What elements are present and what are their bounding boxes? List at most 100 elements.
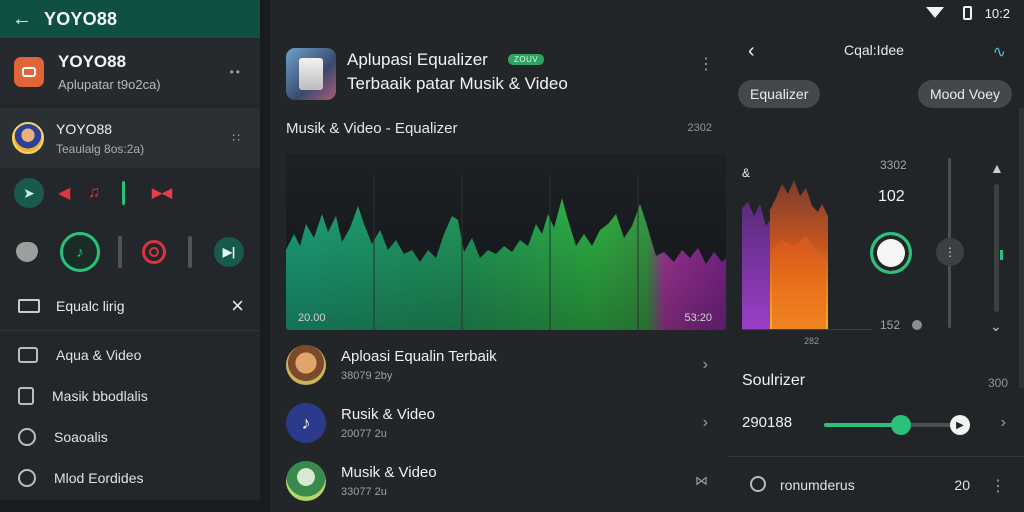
app-subtitle: Aplupatar t9o2ca) xyxy=(58,77,161,92)
settings-icon xyxy=(18,427,36,446)
gain-top-value: 3302 xyxy=(880,158,907,172)
indicator-dot xyxy=(912,320,922,330)
waveform-graphic xyxy=(286,154,726,330)
drawer-bottom-bar xyxy=(0,500,260,512)
pane-divider xyxy=(260,0,270,512)
list-item-title: Rusik & Video xyxy=(341,406,435,423)
skip-next-icon[interactable]: ▶| xyxy=(214,237,244,267)
list-item-subtitle: 20077 2u xyxy=(341,428,387,440)
user-card[interactable]: YOYO88 Teaulalg 8os:2a) ∷ xyxy=(0,108,260,168)
battery-icon xyxy=(963,6,972,20)
more-dots-icon[interactable]: •• xyxy=(230,65,242,79)
list-avatar xyxy=(286,345,326,385)
list-avatar xyxy=(286,461,326,501)
list-item-title: Musik & Video xyxy=(341,464,437,481)
horizontal-slider-fill xyxy=(824,423,901,427)
list-item[interactable]: Musik & Video 33077 2u ⋈ xyxy=(286,456,716,506)
list-item-subtitle: 38079 2by xyxy=(341,370,393,382)
divider xyxy=(728,456,1024,457)
status-time: 10:2 xyxy=(984,6,1010,21)
refresh-icon[interactable] xyxy=(750,476,766,492)
drawer-menu: Aqua & Video Masik bbodlalis Soaoalis Ml… xyxy=(0,334,260,512)
gain-bottom-value: 152 xyxy=(880,318,901,332)
music-note-icon: ♪ xyxy=(286,403,326,443)
repeat-icon[interactable] xyxy=(142,240,166,264)
section-value: 2302 xyxy=(687,122,712,134)
arrow-up-icon[interactable]: ▲ xyxy=(990,160,1004,176)
keyboard-icon xyxy=(18,299,40,313)
section-value: 300 xyxy=(987,376,1008,390)
app-subtitle: Terbaaik patar Musik & Video xyxy=(347,74,568,93)
back-chevron-icon[interactable]: ‹ xyxy=(748,40,755,63)
chevron-right-icon[interactable]: › xyxy=(703,356,708,374)
app-title: Aplupasi Equalizer xyxy=(347,50,488,69)
play-note-button[interactable]: ♪ xyxy=(60,232,100,272)
list-item-subtitle: 33077 2u xyxy=(341,486,387,498)
user-options-icon[interactable]: ∷ xyxy=(232,131,242,145)
app-card[interactable]: YOYO88 Aplupatar t9o2ca) •• xyxy=(0,40,260,104)
menu-item-label: Mlod Eordides xyxy=(54,469,144,486)
menu-item-settings[interactable]: Soaoalis xyxy=(0,416,260,457)
app-root: ← YOYO88 YOYO88 Aplupatar t9o2ca) •• YOY… xyxy=(0,0,1024,512)
equalizer-panel: 10:2 ‹ Cqal:Idee ∿ Equalizer Mood Voey & xyxy=(728,0,1024,512)
navigation-drawer: ← YOYO88 YOYO88 Aplupatar t9o2ca) •• YOY… xyxy=(0,0,260,512)
chevron-right-icon[interactable]: › xyxy=(703,414,708,432)
bookmark-icon[interactable]: ⋈ xyxy=(695,473,708,489)
chevron-down-icon[interactable]: ⌄ xyxy=(990,318,1002,335)
menu-item-mode[interactable]: Mlod Eordides xyxy=(0,457,260,498)
vertical-slider-handle[interactable]: ⋮ xyxy=(936,238,964,266)
close-icon[interactable]: × xyxy=(231,293,244,319)
menu-item-video[interactable]: Aqua & Video xyxy=(0,334,260,375)
divider xyxy=(0,330,260,331)
footer-count: 20 xyxy=(954,477,970,493)
list-item[interactable]: Aploasi Equalin Terbaik 38079 2by › xyxy=(286,340,716,390)
music-icon xyxy=(18,386,34,405)
back-arrow-icon[interactable]: ← xyxy=(0,8,44,31)
status-badge: ZOUV xyxy=(508,54,545,65)
section-label: Musik & Video - Equalizer xyxy=(286,120,458,137)
music-note-icon[interactable]: ♫ xyxy=(88,184,100,202)
level-slider-track[interactable] xyxy=(994,184,999,312)
fast-forward-icon[interactable]: ▶◀ xyxy=(152,185,172,201)
horizontal-slider-handle[interactable] xyxy=(891,415,911,435)
level-slider-marker xyxy=(1000,250,1003,260)
menu-item-label: Aqua & Video xyxy=(56,346,142,363)
spectrum-tick: 282 xyxy=(804,336,820,346)
list-item[interactable]: ♪ Rusik & Video 20077 2u › xyxy=(286,398,716,448)
app-name: YOYO88 xyxy=(58,52,127,71)
equalizer-row[interactable]: Equalc lirig × xyxy=(0,286,260,326)
spectrum-visualizer: & 282 xyxy=(742,150,872,346)
equalizer-row-label: Equalc lirig xyxy=(56,298,125,314)
more-vert-icon[interactable]: ⋮ xyxy=(990,476,1006,496)
scrollbar[interactable] xyxy=(1019,108,1024,388)
menu-item-music[interactable]: Masik bbodlalis xyxy=(0,375,260,416)
user-subtitle: Teaulalg 8os:2a) xyxy=(56,141,145,156)
wave-icon[interactable]: ∿ xyxy=(993,42,1006,62)
main-content: Aplupasi Equalizer ZOUV Terbaaik patar M… xyxy=(270,0,728,512)
drawer-top-bar: ← YOYO88 xyxy=(0,0,260,38)
quick-controls-row: ➤ ◀ ♫ ▶◀ xyxy=(0,176,260,210)
equalizer-app-icon xyxy=(286,48,336,100)
spectrum-baseline xyxy=(742,329,872,330)
gain-knob[interactable] xyxy=(870,232,912,274)
level-indicator xyxy=(122,181,125,205)
waveform-end-time: 53:20 xyxy=(684,312,712,324)
video-icon xyxy=(18,346,38,363)
divider-bar xyxy=(188,236,192,268)
mood-chip[interactable]: Mood Voey xyxy=(917,80,1012,108)
panel-title: Cqal:Idee xyxy=(844,42,904,58)
heart-icon[interactable] xyxy=(16,242,38,262)
menu-item-label: Soaoalis xyxy=(54,428,108,445)
play-icon[interactable]: ▶ xyxy=(950,415,970,435)
slider-value: 290188 xyxy=(742,414,793,431)
waveform-start-time: 20.00 xyxy=(298,312,326,324)
drawer-title: YOYO88 xyxy=(44,8,118,29)
spectrum-graphic xyxy=(742,180,828,330)
waveform-visualizer[interactable]: 20.00 53:20 xyxy=(286,154,726,330)
chevron-right-icon[interactable]: › xyxy=(1001,414,1006,432)
more-vert-icon[interactable]: ⋮ xyxy=(698,54,714,74)
mode-icon xyxy=(18,468,36,487)
equalizer-chip[interactable]: Equalizer xyxy=(738,80,821,108)
speaker-icon[interactable]: ◀ xyxy=(58,183,70,203)
send-icon[interactable]: ➤ xyxy=(14,178,44,208)
